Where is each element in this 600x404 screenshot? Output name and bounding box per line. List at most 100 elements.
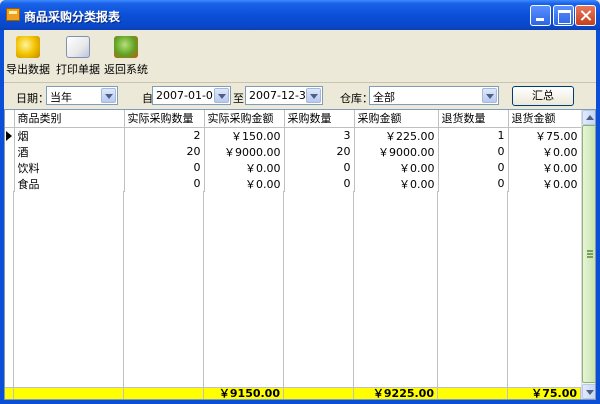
- maximize-button[interactable]: [553, 5, 574, 26]
- minimize-button[interactable]: [530, 5, 551, 26]
- date-range-select[interactable]: 当年: [46, 86, 118, 105]
- summary-button[interactable]: 汇总: [512, 86, 574, 106]
- grid-line: [203, 191, 204, 387]
- table-cell[interactable]: 0: [438, 175, 509, 192]
- export-icon: [16, 36, 40, 58]
- totals-cell: [124, 388, 204, 399]
- table-cell[interactable]: 酒: [14, 143, 125, 160]
- table-cell[interactable]: ￥225.00: [354, 127, 439, 144]
- scroll-up-icon[interactable]: [582, 110, 595, 125]
- chevron-down-icon[interactable]: [482, 88, 497, 103]
- to-label: 至: [233, 92, 244, 105]
- scroll-down-icon[interactable]: [582, 384, 595, 399]
- warehouse-value: 全部: [373, 91, 395, 104]
- table-cell[interactable]: 0: [124, 159, 205, 176]
- table-cell[interactable]: ￥0.00: [508, 143, 582, 160]
- table-cell[interactable]: ￥75.00: [508, 127, 582, 144]
- grid-line: [353, 191, 354, 387]
- table-cell[interactable]: ￥0.00: [204, 159, 285, 176]
- column-header[interactable]: 实际采购金额: [204, 110, 285, 128]
- grip-icon: [587, 250, 593, 258]
- export-data-label: 导出数据: [6, 63, 50, 76]
- chevron-down-icon[interactable]: [101, 88, 116, 103]
- title-bar[interactable]: 商品采购分类报表: [0, 0, 600, 30]
- filter-bar: 日期： 当年 自 2007-01-01 至 2007-12-31 仓库： 全部 …: [4, 82, 596, 109]
- chevron-down-icon[interactable]: [214, 88, 229, 103]
- close-button[interactable]: [575, 5, 596, 26]
- current-row-icon: [6, 130, 12, 141]
- warehouse-select[interactable]: 全部: [369, 86, 499, 105]
- scroll-thumb[interactable]: [582, 125, 595, 383]
- row-indicator: [5, 159, 15, 176]
- table-row[interactable]: 酒 20 ￥9000.00 20 ￥9000.00 0 ￥0.00: [5, 143, 582, 160]
- totals-cell: [284, 388, 354, 399]
- totals-indicator: [5, 388, 14, 399]
- table-cell[interactable]: ￥9000.00: [354, 143, 439, 160]
- table-cell[interactable]: ￥9000.00: [204, 143, 285, 160]
- export-data-button[interactable]: 导出数据: [4, 32, 52, 80]
- row-indicator-header: [5, 110, 15, 128]
- window-title: 商品采购分类报表: [24, 10, 121, 24]
- table-cell[interactable]: 0: [124, 175, 205, 192]
- vertical-scrollbar[interactable]: [581, 110, 595, 399]
- totals-row: ￥9150.00 ￥9225.00 ￥75.00: [5, 387, 581, 399]
- grid-line: [283, 191, 284, 387]
- totals-cell: [14, 388, 124, 399]
- end-date-picker[interactable]: 2007-12-31: [245, 86, 323, 105]
- date-label: 日期：: [16, 92, 49, 105]
- grid-line: [437, 191, 438, 387]
- table-cell[interactable]: 烟: [14, 127, 125, 144]
- table-cell[interactable]: ￥150.00: [204, 127, 285, 144]
- print-document-button[interactable]: 打印单据: [54, 32, 102, 80]
- print-document-label: 打印单据: [56, 63, 100, 76]
- column-header[interactable]: 实际采购数量: [124, 110, 205, 128]
- app-icon: [6, 8, 20, 21]
- app-window: 商品采购分类报表 导出数据 打印单据 返回系统 日期： 当年 自 2007-01…: [0, 0, 600, 404]
- table-cell[interactable]: 1: [438, 127, 509, 144]
- chevron-down-icon[interactable]: [306, 88, 321, 103]
- column-header[interactable]: 采购数量: [284, 110, 355, 128]
- row-indicator: [5, 175, 15, 192]
- table-cell[interactable]: 0: [438, 143, 509, 160]
- table-cell[interactable]: 0: [284, 159, 355, 176]
- return-icon: [114, 36, 138, 58]
- grid-line: [123, 191, 124, 387]
- totals-cell: [438, 388, 508, 399]
- column-header[interactable]: 采购金额: [354, 110, 439, 128]
- start-date-value: 2007-01-01: [156, 89, 220, 102]
- empty-grid-area: [5, 191, 581, 387]
- table-cell[interactable]: 20: [284, 143, 355, 160]
- report-table: 商品类别 实际采购数量 实际采购金额 采购数量 采购金额 退货数量 退货金额 烟…: [5, 110, 582, 192]
- column-header[interactable]: 退货金额: [508, 110, 582, 128]
- start-date-picker[interactable]: 2007-01-01: [152, 86, 231, 105]
- column-header[interactable]: 商品类别: [14, 110, 125, 128]
- table-cell[interactable]: 3: [284, 127, 355, 144]
- table-cell[interactable]: ￥0.00: [354, 159, 439, 176]
- client-area: 导出数据 打印单据 返回系统 日期： 当年 自 2007-01-01 至 200…: [4, 30, 596, 400]
- return-system-button[interactable]: 返回系统: [100, 32, 152, 80]
- table-cell[interactable]: 20: [124, 143, 205, 160]
- row-indicator: [5, 127, 15, 144]
- grid-line: [13, 191, 14, 387]
- table-row[interactable]: 饮料 0 ￥0.00 0 ￥0.00 0 ￥0.00: [5, 159, 582, 176]
- total-purchase-amount: ￥9225.00: [354, 388, 438, 399]
- table-cell[interactable]: 2: [124, 127, 205, 144]
- date-range-value: 当年: [50, 91, 72, 104]
- table-cell[interactable]: ￥0.00: [508, 175, 582, 192]
- table-row[interactable]: 食品 0 ￥0.00 0 ￥0.00 0 ￥0.00: [5, 175, 582, 192]
- table-cell[interactable]: 饮料: [14, 159, 125, 176]
- grid-line: [507, 191, 508, 387]
- table-cell[interactable]: 食品: [14, 175, 125, 192]
- total-return-amount: ￥75.00: [508, 388, 581, 399]
- toolbar: 导出数据 打印单据 返回系统: [4, 30, 596, 82]
- column-header[interactable]: 退货数量: [438, 110, 509, 128]
- table-row[interactable]: 烟 2 ￥150.00 3 ￥225.00 1 ￥75.00: [5, 127, 582, 144]
- report-grid: 商品类别 实际采购数量 实际采购金额 采购数量 采购金额 退货数量 退货金额 烟…: [4, 109, 596, 400]
- table-cell[interactable]: ￥0.00: [204, 175, 285, 192]
- table-cell[interactable]: 0: [284, 175, 355, 192]
- table-cell[interactable]: 0: [438, 159, 509, 176]
- table-cell[interactable]: ￥0.00: [508, 159, 582, 176]
- table-cell[interactable]: ￥0.00: [354, 175, 439, 192]
- return-system-label: 返回系统: [104, 63, 148, 76]
- end-date-value: 2007-12-31: [249, 89, 313, 102]
